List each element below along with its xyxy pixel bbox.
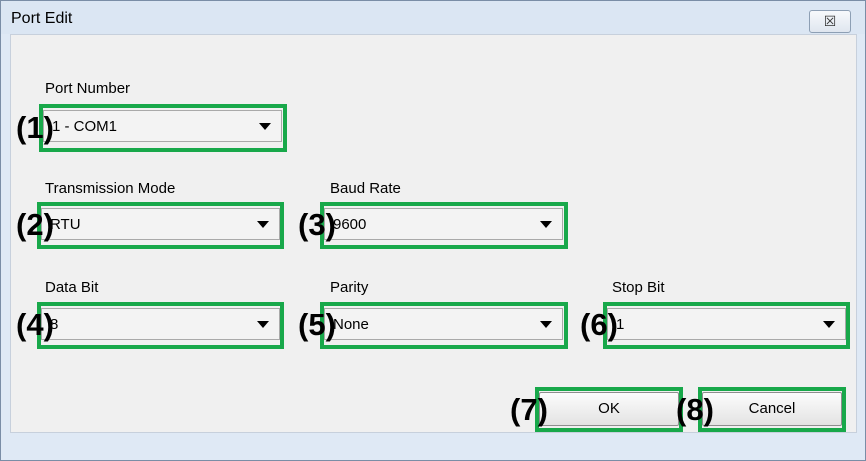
stop-bit-label: Stop Bit [612,279,665,296]
callout-box-8 [698,387,846,432]
parity-label: Parity [330,279,369,296]
callout-label-4: (4) [16,307,54,342]
port-number-label: Port Number [45,80,131,97]
callout-label-8: (8) [676,392,714,427]
callout-label-5: (5) [298,307,336,342]
title-bar: Port Edit ☒ [1,1,865,34]
baud-rate-label: Baud Rate [330,180,401,197]
callout-label-3: (3) [298,207,336,242]
close-icon[interactable]: ☒ [809,10,851,33]
callout-box-3 [320,202,568,249]
callout-box-5 [320,302,568,349]
callout-label-6: (6) [580,307,618,342]
callout-box-4 [37,302,284,349]
callout-label-2: (2) [16,207,54,242]
callout-label-7: (7) [510,392,548,427]
window-title: Port Edit [11,10,73,27]
callout-box-1 [39,104,287,152]
callout-box-2 [37,202,284,249]
callout-box-6 [603,302,850,349]
transmission-mode-label: Transmission Mode [45,180,176,197]
data-bit-label: Data Bit [45,279,99,296]
callout-label-1: (1) [16,110,54,145]
callout-box-7 [535,387,683,432]
